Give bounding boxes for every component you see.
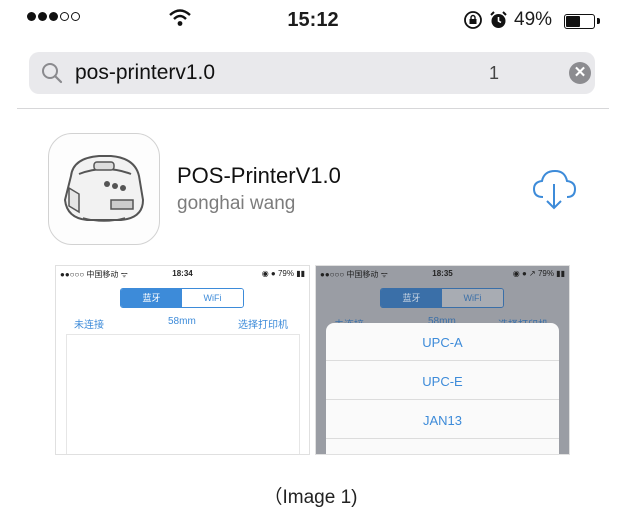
battery-icon [564,14,595,29]
segment-control: 蓝牙 WiFi [120,288,244,308]
barcode-action-sheet: UPC-A UPC-E JAN13 [326,323,559,454]
sheet-divider [326,438,559,439]
rotation-lock-icon [464,11,482,29]
app-store-screen: 15:12 49% 1 ✕ [17,0,609,460]
app-name[interactable]: POS-PrinterV1.0 [177,163,341,189]
clear-icon[interactable]: ✕ [569,62,591,84]
image-caption: （Image 1) [263,487,358,508]
battery-percentage: 49% [514,9,553,30]
sheet-divider [326,360,559,361]
developer-name[interactable]: gonghai wang [177,193,295,215]
divider [17,108,609,109]
content-area [66,334,300,454]
search-bar[interactable]: 1 ✕ [29,52,595,94]
sheet-divider [326,399,559,400]
sheet-item-upc-a: UPC-A [422,335,463,350]
sheet-item-upc-e: UPC-E [422,374,463,389]
cloud-download-icon[interactable] [531,167,577,211]
segment-control: 蓝牙 WiFi [380,288,504,308]
segment-wifi: WiFi [442,289,503,307]
mini-status-bar: ●●○○○ 中国移动 ᯤ 18:34 ◉ ● 79% ▮▮ [56,266,309,282]
result-count: 1 [489,63,500,83]
search-input[interactable] [75,61,435,85]
app-screenshot-1[interactable]: ●●○○○ 中国移动 ᯤ 18:34 ◉ ● 79% ▮▮ 蓝牙 WiFi 未连… [55,265,310,455]
mini-status-right: ◉ ● ↗ 79% ▮▮ [512,269,565,278]
segment-wifi: WiFi [182,289,243,307]
option-paper-size: 58mm [168,316,196,327]
search-icon [42,63,63,84]
alarm-icon [490,11,507,28]
mini-status-bar: ●●○○○ 中国移动 ᯤ 18:35 ◉ ● ↗ 79% ▮▮ [316,266,569,282]
mini-status-right: ◉ ● 79% ▮▮ [261,269,305,278]
option-select-printer: 选择打印机 [238,320,288,331]
battery-tip [597,18,600,24]
battery-fill [566,16,581,27]
option-not-connected: 未连接 [74,320,104,331]
app-screenshot-2[interactable]: ●●○○○ 中国移动 ᯤ 18:35 ◉ ● ↗ 79% ▮▮ 蓝牙 WiFi … [315,265,570,455]
status-bar: 15:12 49% [17,4,609,34]
sheet-item-jan13: JAN13 [422,413,463,428]
printer-app-icon[interactable] [48,133,160,245]
segment-bluetooth: 蓝牙 [121,289,182,307]
segment-bluetooth: 蓝牙 [381,289,442,307]
printer-illustration [63,155,145,222]
